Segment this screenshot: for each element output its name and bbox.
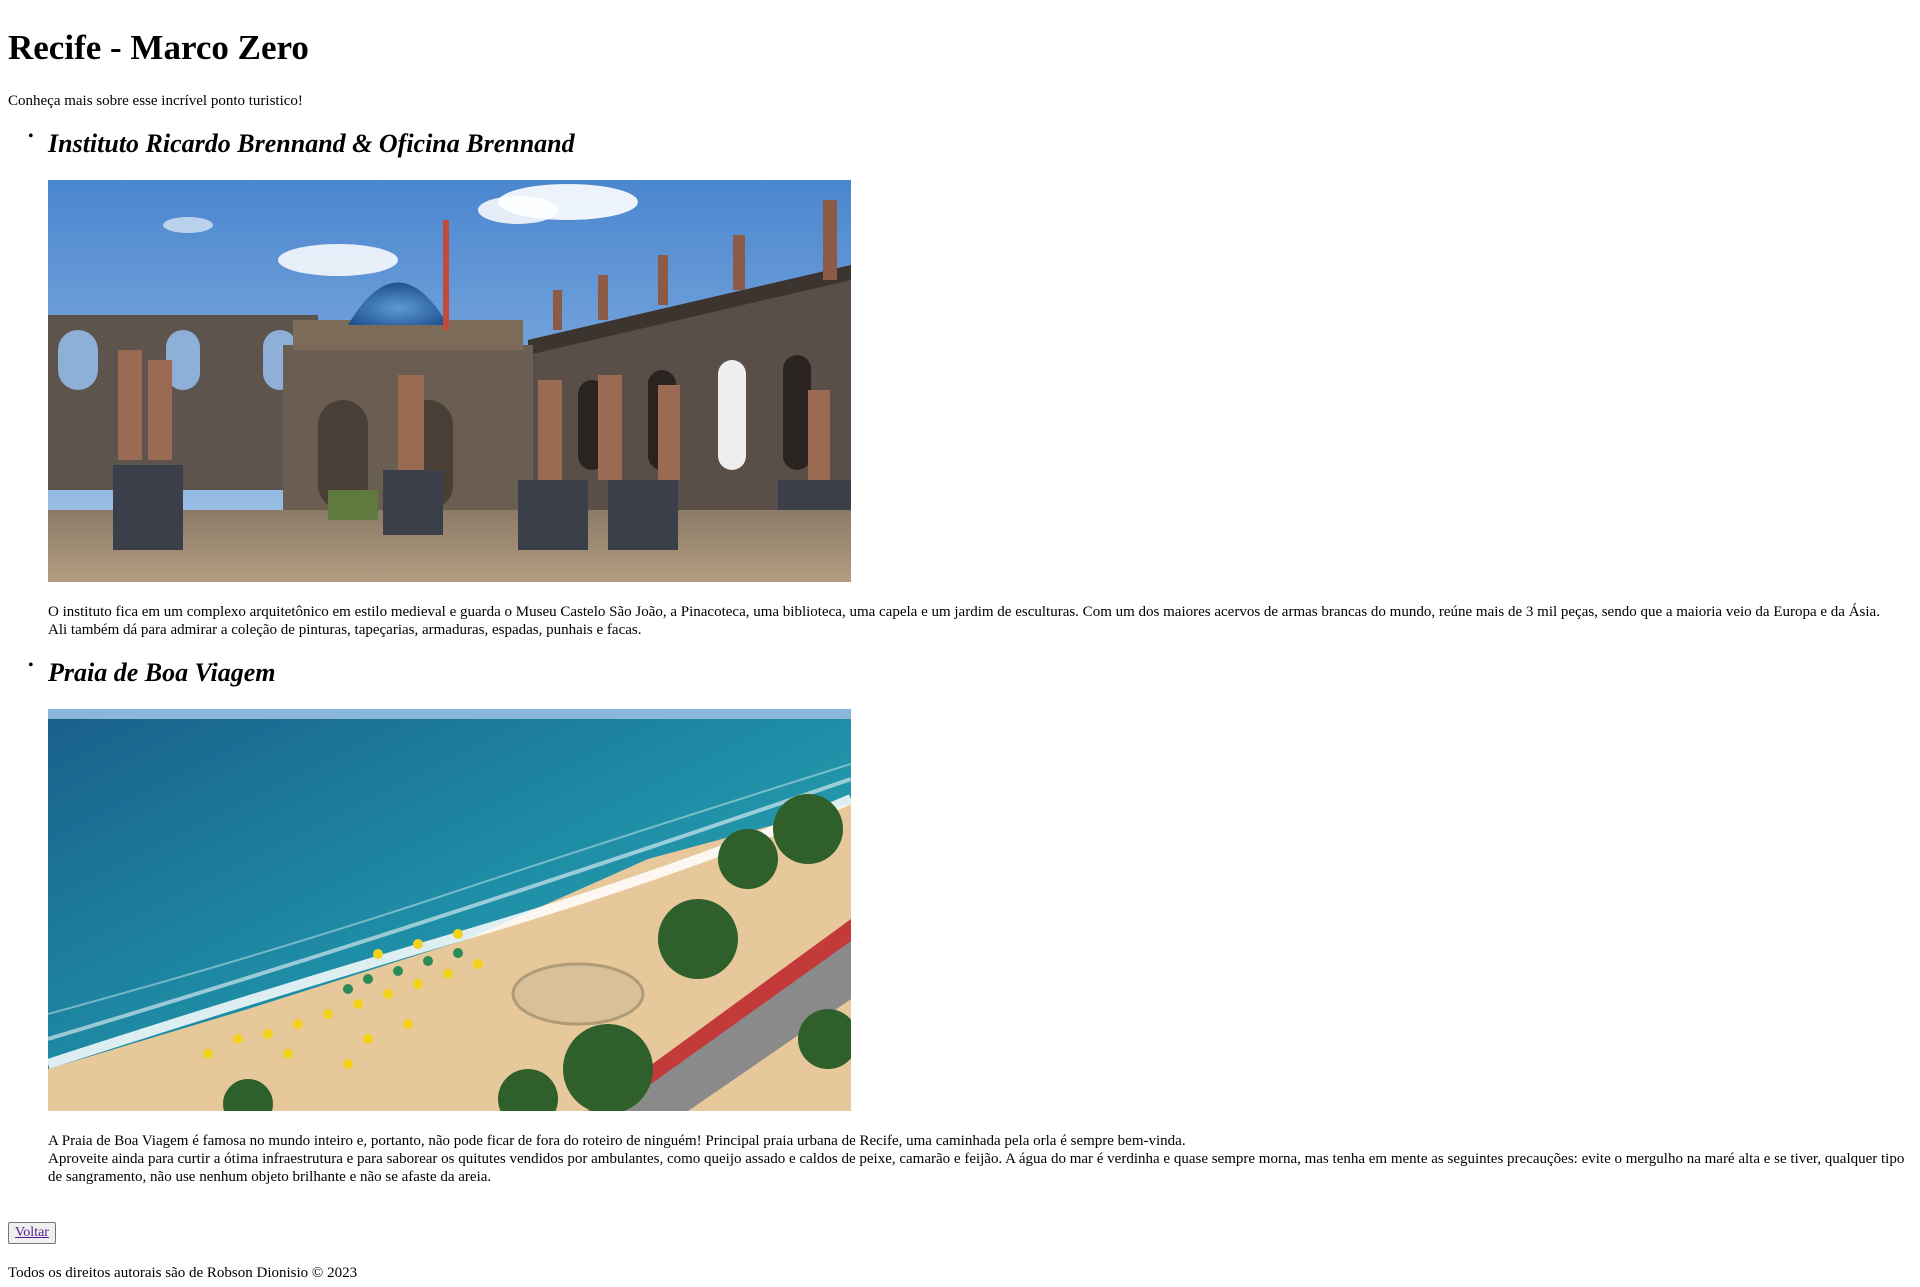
list-item: Instituto Ricardo Brennand & Oficina Bre…	[28, 128, 1912, 639]
list-item: Praia de Boa Viagem	[28, 657, 1912, 1186]
description-paragraph: Ali também dá para admirar a coleção de …	[48, 622, 642, 638]
back-button[interactable]: Voltar	[8, 1222, 56, 1244]
place-title: Instituto Ricardo Brennand & Oficina Bre…	[48, 129, 575, 158]
footer-copyright: Todos os direitos autorais são de Robson…	[8, 1265, 358, 1281]
page: Recife - Marco Zero Conheça mais sobre e…	[0, 0, 1920, 1282]
description-paragraph: O instituto fica em um complexo arquitet…	[48, 604, 1880, 620]
description-paragraph: A Praia de Boa Viagem é famosa no mundo …	[48, 1133, 1186, 1149]
place-title: Praia de Boa Viagem	[48, 658, 276, 687]
places-list: Instituto Ricardo Brennand & Oficina Bre…	[8, 128, 1912, 1186]
page-subtitle: Conheça mais sobre esse incrível ponto t…	[8, 93, 303, 109]
page-title: Recife - Marco Zero	[8, 28, 309, 67]
castle-photo	[48, 180, 851, 582]
description-paragraph: Aproveite ainda para curtir a ótima infr…	[48, 1151, 1905, 1185]
place-description: A Praia de Boa Viagem é famosa no mundo …	[48, 1132, 1918, 1186]
back-button-container: Voltar	[8, 1222, 1912, 1244]
beach-photo	[48, 709, 851, 1111]
place-description: O instituto fica em um complexo arquitet…	[48, 603, 1918, 639]
